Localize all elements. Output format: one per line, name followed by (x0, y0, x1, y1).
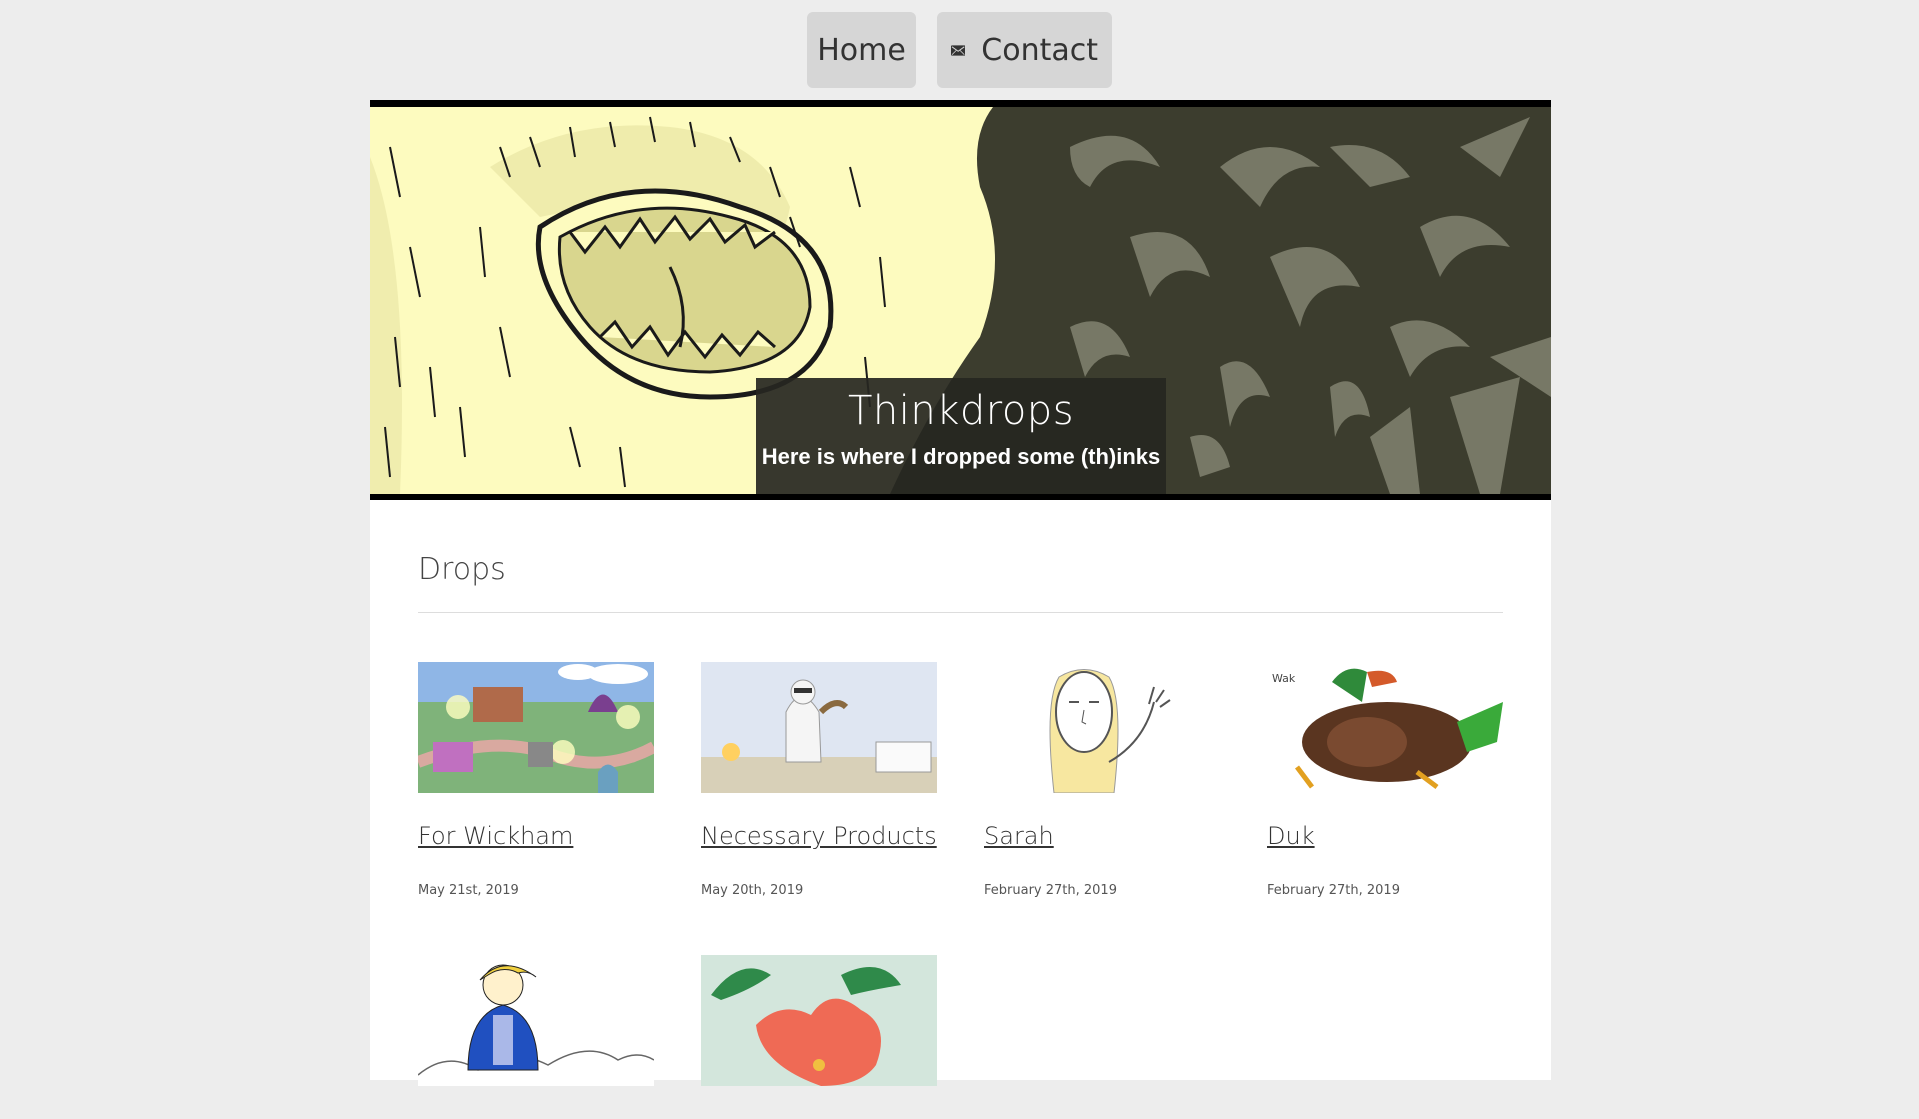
post-thumbnail[interactable]: Wak (1267, 662, 1503, 793)
post-thumbnail[interactable] (418, 955, 654, 1086)
post-card-for-wickham[interactable]: For Wickham May 21st, 2019 (418, 662, 654, 898)
post-thumbnail[interactable] (984, 662, 1220, 793)
section-title: Drops (418, 552, 506, 587)
envelope-icon (951, 44, 966, 56)
post-card-5[interactable] (418, 955, 654, 1119)
post-date: February 27th, 2019 (984, 883, 1117, 898)
post-thumbnail[interactable] (701, 955, 937, 1086)
post-date: May 21st, 2019 (418, 883, 519, 898)
top-nav: Home Contact (0, 12, 1919, 88)
post-date: May 20th, 2019 (701, 883, 804, 898)
post-title-link[interactable]: Duk (1267, 822, 1503, 850)
post-card-sarah[interactable]: Sarah February 27th, 2019 (984, 662, 1220, 898)
hero-caption: Thinkdrops Here is where I dropped some … (756, 378, 1166, 494)
content-panel: Thinkdrops Here is where I dropped some … (370, 100, 1551, 1086)
site-title: Thinkdrops (847, 388, 1075, 434)
post-card-duk[interactable]: Wak Duk February 27th, 2019 (1267, 662, 1503, 898)
hero-banner: Thinkdrops Here is where I dropped some … (370, 100, 1551, 500)
post-thumbnail[interactable] (701, 662, 937, 793)
home-label: Home (817, 32, 906, 68)
post-title-link[interactable]: For Wickham (418, 822, 654, 850)
home-button[interactable]: Home (807, 12, 916, 88)
section-divider (418, 612, 1503, 613)
post-thumbnail[interactable] (418, 662, 654, 793)
contact-label: Contact (981, 32, 1098, 68)
post-title-link[interactable]: Necessary Products (701, 822, 937, 850)
post-card-necessary-products[interactable]: Necessary Products May 20th, 2019 (701, 662, 937, 898)
post-date: February 27th, 2019 (1267, 883, 1400, 898)
svg-text:Wak: Wak (1272, 672, 1296, 685)
contact-button[interactable]: Contact (937, 12, 1112, 88)
site-subtitle: Here is where I dropped some (th)inks (761, 444, 1161, 469)
post-card-6[interactable] (701, 955, 937, 1119)
post-title-link[interactable]: Sarah (984, 822, 1220, 850)
